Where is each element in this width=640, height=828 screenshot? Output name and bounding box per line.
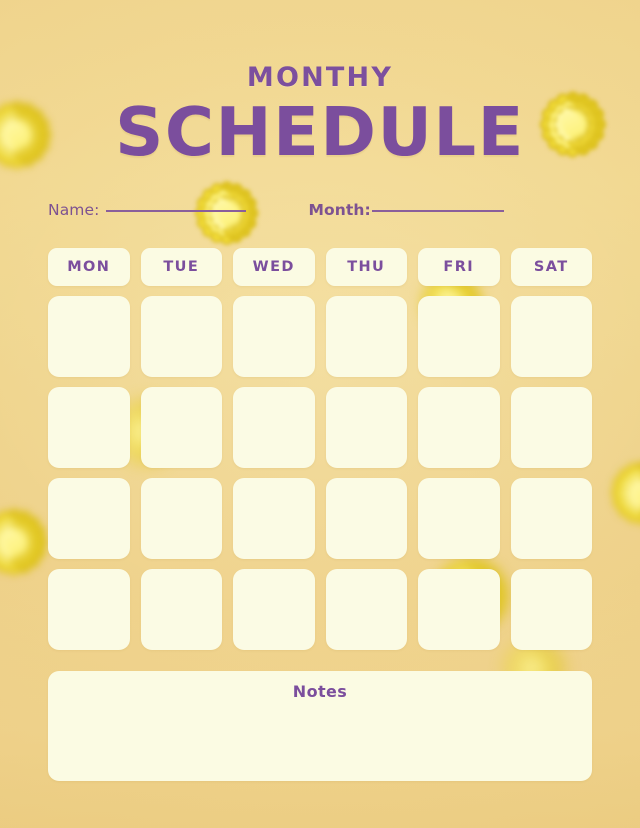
calendar-cell[interactable] (418, 569, 500, 650)
notes-writing-area[interactable] (62, 709, 578, 771)
calendar-cell[interactable] (140, 387, 222, 468)
calendar-cell[interactable] (48, 387, 130, 468)
flower-center (627, 478, 640, 508)
calendar-cell[interactable] (510, 296, 592, 377)
day-header-wed[interactable]: WED (233, 248, 315, 286)
calendar-cell[interactable] (510, 387, 592, 468)
calendar-cell[interactable] (48, 296, 130, 377)
page-header: MONTHY SCHEDULE (0, 64, 640, 166)
day-header-sat[interactable]: SAT (510, 248, 592, 286)
month-label: Month: (308, 201, 371, 219)
calendar-grid: MON TUE WED THU FRI SAT (48, 248, 592, 650)
calendar-cell[interactable] (325, 478, 407, 559)
day-header-thu[interactable]: THU (325, 248, 407, 286)
name-input-rule[interactable] (106, 210, 247, 212)
calendar-cell[interactable] (140, 569, 222, 650)
calendar-week-row (48, 478, 592, 559)
calendar-cell[interactable] (510, 478, 592, 559)
calendar-cell[interactable] (48, 478, 130, 559)
calendar-cell[interactable] (325, 569, 407, 650)
day-header-fri[interactable]: FRI (418, 248, 500, 286)
calendar-week-row (48, 296, 592, 377)
month-input-rule[interactable] (371, 210, 504, 212)
name-field[interactable]: Name: (48, 201, 247, 219)
form-fields: Name: Month: (48, 201, 592, 227)
name-label: Name: (48, 201, 100, 219)
page-subtitle: MONTHY (246, 62, 394, 93)
calendar-week-row (48, 387, 592, 468)
notes-box[interactable]: Notes (48, 671, 592, 781)
calendar-cell[interactable] (418, 478, 500, 559)
day-header-row: MON TUE WED THU FRI SAT (48, 248, 592, 286)
calendar-cell[interactable] (325, 296, 407, 377)
month-field[interactable]: Month: (308, 201, 504, 219)
calendar-cell[interactable] (325, 387, 407, 468)
calendar-cell[interactable] (418, 296, 500, 377)
calendar-cell[interactable] (233, 478, 315, 559)
planner-page: MONTHY SCHEDULE Name: Month: MON TUE WED… (0, 0, 640, 828)
calendar-cell[interactable] (233, 569, 315, 650)
calendar-cell[interactable] (140, 478, 222, 559)
day-header-mon[interactable]: MON (48, 248, 130, 286)
flower-center (0, 526, 31, 558)
page-title: SCHEDULE (115, 93, 525, 171)
calendar-cell[interactable] (510, 569, 592, 650)
calendar-cell[interactable] (418, 387, 500, 468)
calendar-week-row (48, 569, 592, 650)
calendar-cell[interactable] (233, 387, 315, 468)
calendar-cell[interactable] (48, 569, 130, 650)
notes-title: Notes (292, 682, 348, 701)
calendar-cell[interactable] (233, 296, 315, 377)
calendar-cell[interactable] (140, 296, 222, 377)
day-header-tue[interactable]: TUE (140, 248, 222, 286)
